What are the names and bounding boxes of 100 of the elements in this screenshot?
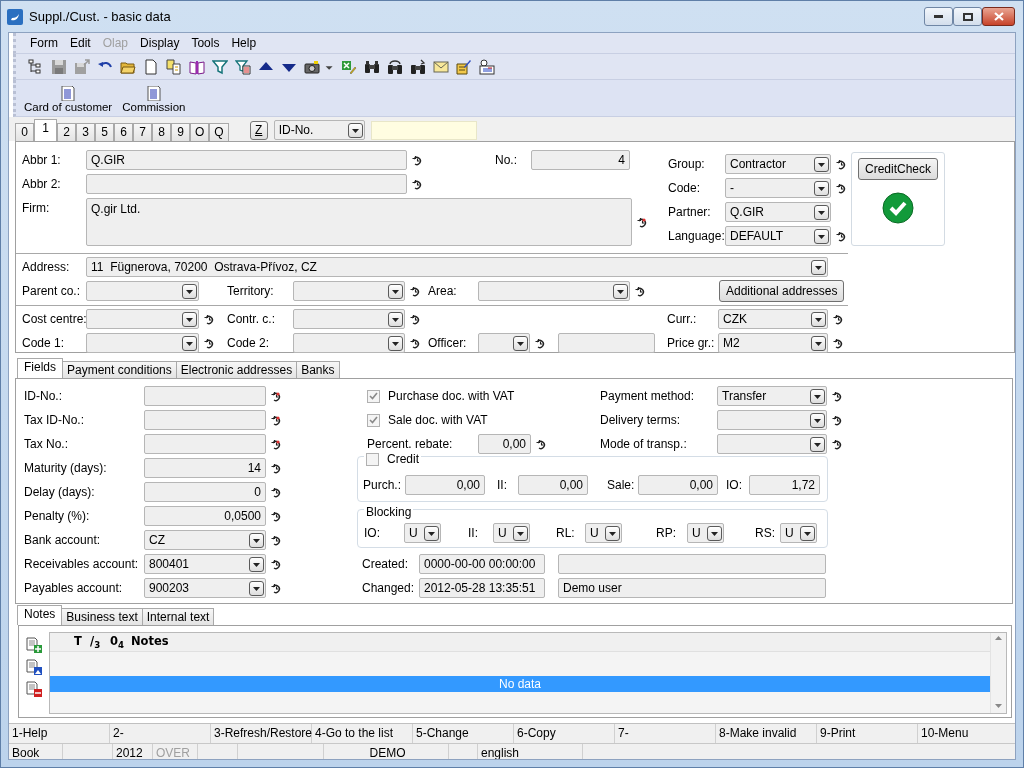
history-icon[interactable] (832, 438, 842, 450)
history-icon[interactable] (271, 582, 281, 594)
number-field[interactable]: 0,00 (405, 475, 485, 495)
menu-item[interactable]: Tools (185, 34, 226, 52)
maximize-button[interactable] (953, 7, 982, 26)
text-field[interactable]: Demo user (558, 578, 826, 598)
dropdown-field[interactable]: Transfer (717, 386, 827, 406)
copy-icon[interactable] (165, 58, 182, 75)
text-field[interactable]: 2012-05-28 13:35:51 (419, 578, 545, 598)
number-field[interactable]: 4 (531, 150, 630, 170)
text-field[interactable] (144, 386, 266, 406)
dropdown-field[interactable]: 11 Fügnerova, 70200 Ostrava-Přívoz, CZ (86, 257, 828, 277)
column-header[interactable]: Notes (131, 633, 169, 651)
tab[interactable]: O (190, 123, 210, 141)
number-field[interactable]: 0,00 (518, 475, 588, 495)
history-icon[interactable] (637, 216, 647, 228)
card-icon[interactable] (478, 58, 495, 75)
binoculars-icon[interactable] (386, 58, 403, 75)
history-icon[interactable] (833, 337, 843, 349)
dropdown-field[interactable]: CZK (718, 309, 828, 329)
dropdown-button[interactable] (814, 204, 829, 220)
history-icon[interactable] (271, 486, 281, 498)
shortcut-button[interactable]: Card of customer (24, 86, 113, 114)
history-icon[interactable] (271, 438, 281, 450)
binoculars-icon[interactable] (363, 58, 380, 75)
tab[interactable]: 5 (95, 123, 114, 141)
dropdown-field[interactable]: U (687, 523, 724, 543)
number-field[interactable]: 0,0500 (144, 506, 266, 526)
column-header[interactable]: T (50, 633, 90, 651)
tab[interactable]: 9 (171, 123, 190, 141)
dropdown-button[interactable] (182, 335, 197, 351)
dropdown-button[interactable] (810, 388, 825, 404)
number-field[interactable]: 0 (144, 482, 266, 502)
dropdown-field[interactable] (478, 333, 530, 353)
text-field[interactable] (558, 554, 826, 574)
document-plus-icon[interactable] (26, 637, 42, 653)
dropdown-button[interactable] (811, 335, 826, 351)
dropdown-field[interactable]: U (404, 523, 441, 543)
text-field[interactable]: 0000-00-00 00:00:00 (419, 554, 545, 574)
filter-icon[interactable] (211, 58, 228, 75)
menu-item[interactable]: Edit (64, 34, 97, 52)
dropdown-button[interactable] (249, 580, 264, 596)
dropdown-button[interactable] (388, 311, 403, 327)
tab[interactable]: Internal text (141, 608, 215, 625)
text-field[interactable] (86, 174, 407, 194)
dropdown-field[interactable] (293, 333, 405, 353)
history-icon[interactable] (271, 558, 281, 570)
dropdown-field[interactable]: 800401 (144, 554, 266, 574)
tab[interactable]: Fields (17, 358, 63, 378)
tab[interactable]: Electronic addresses (175, 361, 298, 378)
history-icon[interactable] (836, 158, 846, 170)
dropdown-field[interactable] (293, 281, 405, 301)
column-header[interactable]: 0$_{4}$ (110, 633, 131, 651)
dropdown-field[interactable]: Contractor (725, 154, 831, 174)
dropdown-button[interactable] (814, 180, 829, 196)
minimize-button[interactable] (924, 7, 953, 26)
tab[interactable]: Banks (296, 361, 340, 378)
dropdown-field[interactable] (717, 410, 827, 430)
dropdown-button[interactable] (424, 525, 439, 541)
menu-item[interactable]: Form (24, 34, 64, 52)
history-icon[interactable] (271, 534, 281, 546)
dropdown-button[interactable] (811, 311, 826, 327)
filter-list-icon[interactable] (234, 58, 251, 75)
history-icon[interactable] (271, 510, 281, 522)
tab[interactable]: 0 (15, 123, 34, 141)
tab[interactable]: 7 (133, 123, 152, 141)
dropdown-button[interactable] (811, 259, 826, 275)
dropdown-button[interactable] (513, 335, 528, 351)
history-icon[interactable] (410, 337, 420, 349)
checkbox[interactable] (366, 452, 379, 466)
dropdown-button[interactable] (814, 156, 829, 172)
menu-item[interactable]: Help (225, 34, 263, 52)
dropdown-button[interactable] (810, 436, 825, 452)
history-icon[interactable] (204, 337, 214, 349)
checkbox[interactable] (367, 413, 380, 427)
history-icon[interactable] (836, 230, 846, 242)
text-field[interactable] (144, 434, 266, 454)
dropdown-button[interactable] (814, 228, 829, 244)
text-area[interactable]: Q.gir Ltd. (86, 198, 632, 246)
document-minus-icon[interactable] (26, 681, 42, 697)
additional-addresses-button[interactable]: Additional addresses (719, 280, 845, 302)
credit-check-button[interactable]: CreditCheck (858, 158, 938, 180)
tab[interactable]: Notes (17, 605, 63, 625)
number-field[interactable]: 1,72 (749, 475, 820, 495)
dropdown-button[interactable] (707, 525, 722, 541)
history-icon[interactable] (833, 313, 843, 325)
spreadsheet-icon[interactable] (340, 58, 357, 75)
column-header[interactable]: /$_{3}$ (90, 633, 110, 651)
dropdown-field[interactable]: CZ (144, 530, 266, 550)
binoculars-icon[interactable] (409, 58, 426, 75)
dropdown-field[interactable] (86, 309, 199, 329)
dropdown-field[interactable]: U (493, 523, 530, 543)
checkbox[interactable] (367, 389, 380, 403)
dropdown-field[interactable] (86, 333, 199, 353)
text-field[interactable] (144, 410, 266, 430)
history-icon[interactable] (204, 313, 214, 325)
history-icon[interactable] (832, 414, 842, 426)
shortcut-button[interactable]: Commission (122, 86, 186, 114)
history-icon[interactable] (535, 337, 545, 349)
history-icon[interactable] (271, 414, 281, 426)
